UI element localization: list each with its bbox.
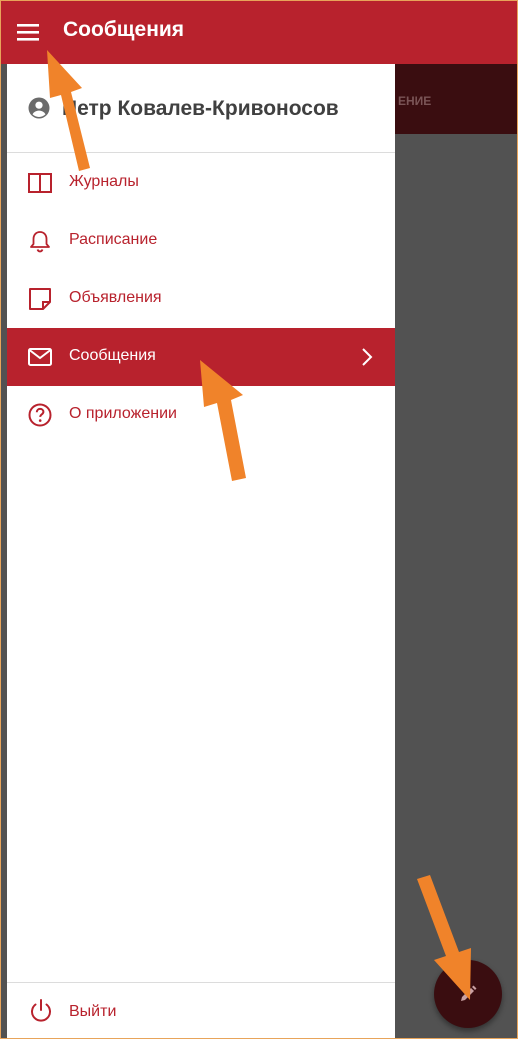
power-icon bbox=[31, 999, 51, 1022]
app-bar-title: Сообщения bbox=[63, 18, 185, 41]
drawer-item-announcements[interactable]: Объявления bbox=[7, 270, 395, 328]
app-frame: ЕНИЕ Сообщения Петр Ковалев-Кривоносов Ж… bbox=[0, 0, 518, 1039]
account-icon bbox=[28, 97, 50, 119]
mail-icon bbox=[28, 348, 52, 366]
chevron-right-icon bbox=[362, 348, 373, 366]
bell-icon bbox=[30, 231, 50, 253]
logout-label: Выйти bbox=[69, 1003, 117, 1020]
drawer-item-about[interactable]: О приложении bbox=[7, 386, 395, 444]
book-icon bbox=[28, 173, 52, 193]
user-header: Петр Ковалев-Кривоносов bbox=[7, 64, 395, 153]
menu-icon[interactable] bbox=[15, 19, 43, 47]
drawer-item-label: О приложении bbox=[69, 405, 177, 422]
drawer-item-schedule[interactable]: Расписание bbox=[7, 212, 395, 270]
drawer-item-messages[interactable]: Сообщения bbox=[7, 328, 395, 386]
tab-label-fragment: ЕНИЕ bbox=[398, 94, 432, 108]
drawer-item-journals[interactable]: Журналы bbox=[7, 154, 395, 212]
drawer-item-label: Сообщения bbox=[69, 347, 156, 364]
navigation-drawer: Петр Ковалев-Кривоносов Журналы Расписан… bbox=[7, 64, 395, 1038]
tab-bar-behind-scrim: ЕНИЕ bbox=[394, 64, 517, 134]
note-icon bbox=[29, 288, 51, 310]
logout-button[interactable]: Выйти bbox=[7, 982, 395, 1038]
drawer-item-label: Журналы bbox=[69, 173, 139, 190]
drawer-item-label: Объявления bbox=[69, 289, 162, 306]
app-bar: Сообщения bbox=[1, 1, 517, 64]
compose-fab[interactable] bbox=[434, 960, 502, 1028]
drawer-item-label: Расписание bbox=[69, 231, 158, 248]
help-icon bbox=[28, 403, 52, 427]
pencil-icon bbox=[461, 985, 477, 1001]
user-name: Петр Ковалев-Кривоносов bbox=[62, 97, 339, 120]
